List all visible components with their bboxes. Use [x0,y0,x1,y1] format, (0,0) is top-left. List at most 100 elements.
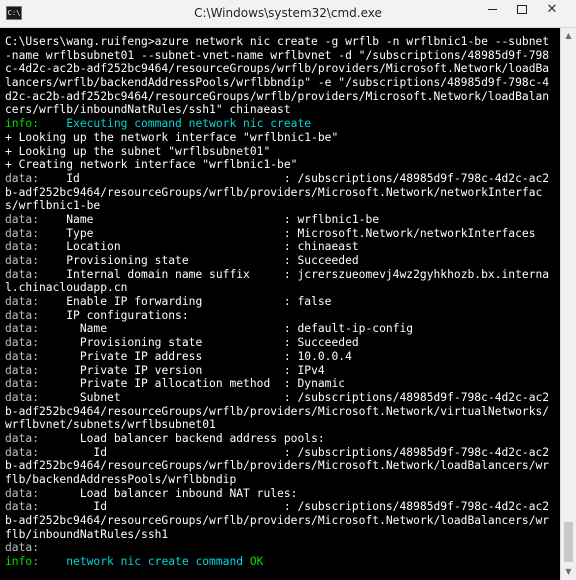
console-line-text: -name wrflbsubnet01 --subnet-vnet-name w… [5,48,550,62]
console-line: c-4d2c-ac2b-adf252bc9464/resourceGroups/… [5,62,560,76]
console-line: data: Id : /subscriptions/48985d9f-798c-… [5,446,560,460]
console-line: b-adf252bc9464/resourceGroups/wrflb/prov… [5,459,560,473]
console-line-text: Private IP address : 10.0.0.4 [39,349,352,363]
minimize-button[interactable] [478,0,506,22]
console-line: flb/inboundNatRules/ssh1 [5,528,560,542]
scroll-down-arrow-icon[interactable]: ▼ [561,564,576,580]
console-line-text: Location : chinaeast [39,240,359,254]
console-line: b-adf252bc9464/resourceGroups/wrflb/prov… [5,405,560,419]
console-line: data: Provisioning state : Succeeded [5,254,560,268]
console-line-text: cers/wrflb/inboundNatRules/ssh1" chinaea… [5,103,291,117]
close-icon: ✕ [546,2,558,17]
title-bar[interactable]: C:\ C:\Windows\system32\cmd.exe ✕ [0,0,576,28]
console-line: data: Internal domain name suffix : jcre… [5,268,560,282]
console-line-text: Id : /subscriptions/48985d9f-798c-4d2c-a… [39,445,550,459]
console-line: data: Enable IP forwarding : false [5,295,560,309]
console-line-text: lancers/wrflb/backendAddressPools/wrflbb… [5,76,550,90]
data-prefix: data: [5,390,40,404]
console-line-text: C:\Users\wang.ruifeng>azure network nic … [5,35,550,48]
close-button[interactable]: ✕ [538,0,566,22]
ok-status: OK [249,555,264,569]
console-output[interactable]: C:\Users\wang.ruifeng>azure network nic … [0,28,560,580]
console-line: + Looking up the network interface "wrfl… [5,131,560,145]
console-line: + Looking up the subnet "wrflbsubnet01" [5,145,560,159]
data-prefix: data: [5,254,40,267]
console-line-text: b-adf252bc9464/resourceGroups/wrflb/prov… [5,404,550,418]
console-line: s/wrflbnic1-be [5,199,560,213]
console-line: data: Name : wrflbnic1-be [5,213,560,227]
console-line: info: Executing command network nic crea… [5,117,560,131]
console-line: data: IP configurations: [5,309,560,323]
console-line: data: Type : Microsoft.Network/networkIn… [5,227,560,241]
console-line: data: Load balancer inbound NAT rules: [5,487,560,501]
console-line-text: wrflbvnet/subnets/wrflbsubnet01 [5,418,216,432]
console-line: data: Load balancer backend address pool… [5,432,560,446]
cmd-window: C:\ C:\Windows\system32\cmd.exe ✕ C:\Use… [0,0,576,580]
console-line-text: Load balancer backend address pools: [39,431,325,445]
console-line: d2c-ac2b-adf252bc9464/resourceGroups/wrf… [5,90,560,104]
console-lines: C:\Users\wang.ruifeng>azure network nic … [0,28,560,569]
data-prefix: data: [5,322,40,336]
console-line-text: Type : Microsoft.Network/networkInterfac… [39,226,536,240]
console-line-text: + Creating network interface "wrflbnic1-… [5,158,298,172]
scrollbar-thumb[interactable] [564,522,573,562]
data-prefix: data: [5,486,40,500]
minimize-icon [487,9,497,10]
console-line-text: Name : wrflbnic1-be [39,212,380,226]
console-line: data: Subnet : /subscriptions/48985d9f-7… [5,391,560,405]
console-line-text: network nic create command [39,555,250,569]
console-line: b-adf252bc9464/resourceGroups/wrflb/prov… [5,186,560,200]
console-line: -name wrflbsubnet01 --subnet-vnet-name w… [5,49,560,63]
data-prefix: data: [5,349,40,363]
console-line-text: Internal domain name suffix : jcrerszueo… [39,267,550,281]
console-line: lancers/wrflb/backendAddressPools/wrflbb… [5,76,560,90]
console-line: data: Location : chinaeast [5,240,560,254]
console-line: flb/backendAddressPools/wrflbbndip [5,473,560,487]
data-prefix: data: [5,431,40,445]
console-line-text: b-adf252bc9464/resourceGroups/wrflb/prov… [5,514,550,528]
console-line-text: l.chinacloudapp.cn [5,281,128,295]
data-prefix: data: [5,308,40,322]
console-line-text: IP configurations: [39,308,189,322]
maximize-icon [517,5,527,14]
console-line-text: s/wrflbnic1-be [5,199,101,213]
console-line: data: Provisioning state : Succeeded [5,336,560,350]
console-line-text: b-adf252bc9464/resourceGroups/wrflb/prov… [5,459,550,473]
console-line: info: network nic create command OK [5,555,560,569]
console-line: data: Id : /subscriptions/48985d9f-798c-… [5,172,560,186]
console-line-text: Private IP allocation method : Dynamic [39,377,346,391]
console-line: data: Name : default-ip-config [5,322,560,336]
console-line-text: flb/backendAddressPools/wrflbbndip [5,473,237,486]
console-line: + Creating network interface "wrflbnic1-… [5,158,560,172]
console-line-text: Private IP version : IPv4 [39,363,325,377]
console-line-text: Subnet : /subscriptions/48985d9f-798c-4d… [39,390,550,404]
console-line-text: Provisioning state : Succeeded [39,336,359,350]
console-line-text: d2c-ac2b-adf252bc9464/resourceGroups/wrf… [5,89,550,103]
info-prefix: info: [5,555,40,569]
console-line-text: c-4d2c-ac2b-adf252bc9464/resourceGroups/… [5,62,550,76]
scroll-up-arrow-icon[interactable]: ▲ [561,28,576,44]
maximize-button[interactable] [508,0,536,22]
console-line: data: Private IP allocation method : Dyn… [5,377,560,391]
console-line: data: [5,541,560,555]
console-line-text: flb/inboundNatRules/ssh1 [5,527,169,541]
console-line-text: Load balancer inbound NAT rules: [39,486,298,500]
console-line-text: b-adf252bc9464/resourceGroups/wrflb/prov… [5,185,543,199]
console-line-text: Executing command network nic create [39,117,312,131]
info-prefix: info: [5,117,40,131]
data-prefix: data: [5,267,40,281]
data-prefix: data: [5,212,40,226]
vertical-scrollbar[interactable]: ▲ ▼ [560,28,576,580]
data-prefix: data: [5,226,40,240]
data-prefix: data: [5,541,40,555]
console-line-text: Id : /subscriptions/48985d9f-798c-4d2c-a… [39,171,550,185]
data-prefix: data: [5,240,40,254]
data-prefix: data: [5,171,40,185]
console-line: data: Id : /subscriptions/48985d9f-798c-… [5,500,560,514]
console-line-text: + Looking up the subnet "wrflbsubnet01" [5,144,271,158]
data-prefix: data: [5,295,40,309]
console-line-text: Provisioning state : Succeeded [39,254,359,267]
data-prefix: data: [5,363,40,377]
console-line: C:\Users\wang.ruifeng>azure network nic … [5,35,560,49]
data-prefix: data: [5,336,40,350]
